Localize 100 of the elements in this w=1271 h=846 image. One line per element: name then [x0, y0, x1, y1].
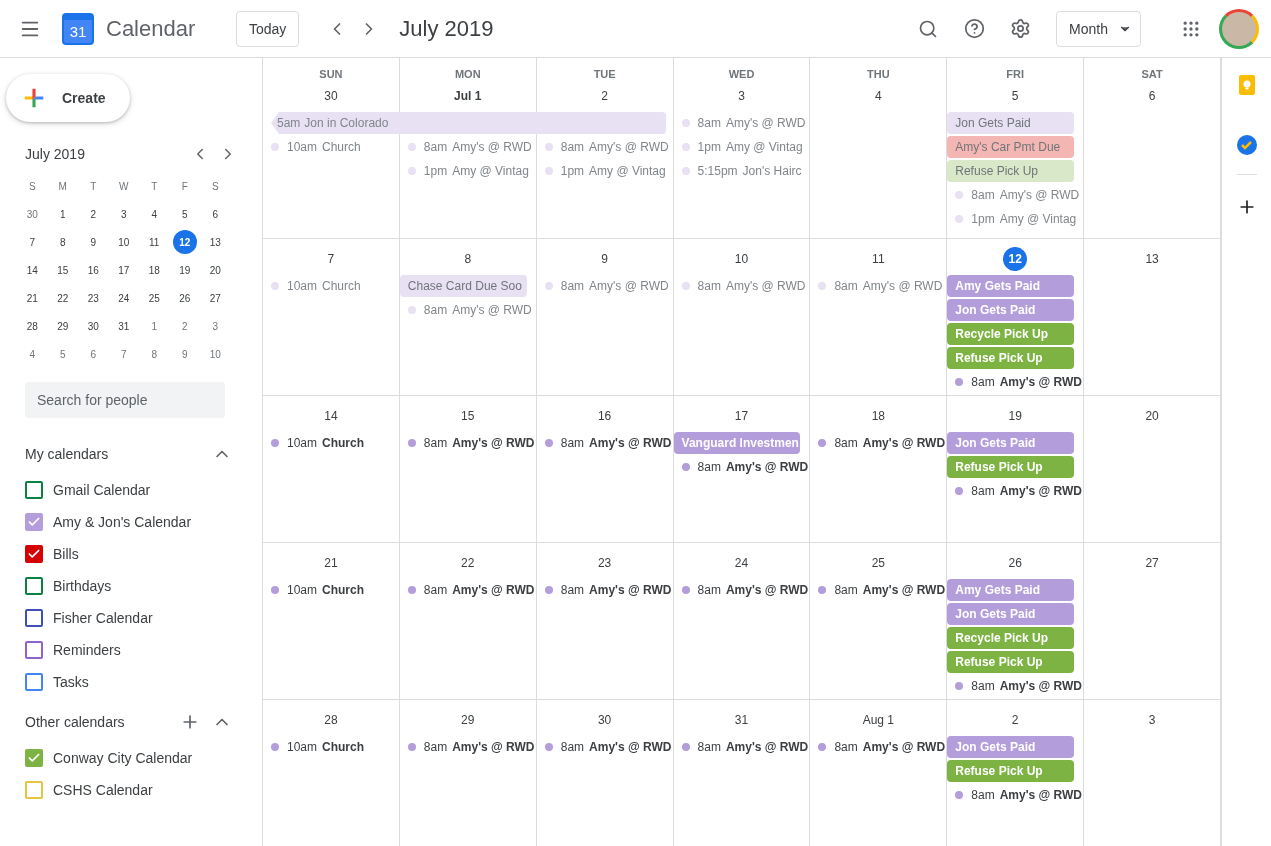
calendar-checkbox[interactable] [25, 749, 43, 767]
day-number[interactable]: 15 [455, 404, 480, 428]
calendar-checkbox[interactable] [25, 609, 43, 627]
day-number[interactable]: 14 [318, 404, 343, 428]
mini-calendar-day[interactable]: 15 [50, 258, 75, 282]
day-number[interactable]: 30 [592, 707, 617, 732]
day-number[interactable]: Jul 1 [450, 84, 486, 108]
mini-calendar-day[interactable]: 11 [142, 230, 167, 254]
day-number[interactable]: 2 [1003, 707, 1028, 732]
mini-calendar-day[interactable]: 7 [111, 342, 136, 366]
today-button[interactable]: Today [236, 10, 300, 47]
day-number[interactable]: 2 [592, 84, 617, 108]
event-chip[interactable]: Refuse Pick Up [947, 160, 1075, 182]
event-row[interactable]: 8am Amy's @ RWD [947, 184, 1082, 206]
mini-calendar-day[interactable]: 13 [203, 230, 228, 254]
event-row[interactable]: 1pm Amy @ Vintag [536, 160, 671, 182]
mini-calendar-day[interactable]: 1 [142, 314, 167, 338]
event-row[interactable]: 8am Amy's @ RWD [947, 371, 1082, 393]
calendar-checkbox[interactable] [25, 673, 43, 691]
event-row[interactable]: 8am Amy's @ RWD [673, 275, 808, 297]
mini-calendar-day[interactable]: 3 [203, 314, 228, 338]
day-number[interactable]: 24 [729, 550, 754, 575]
day-number[interactable]: 25 [866, 550, 891, 575]
event-row[interactable]: 8am Amy's @ RWD [810, 578, 945, 601]
mini-calendar-day[interactable]: 8 [142, 342, 167, 366]
event-row[interactable]: 8am Amy's @ RWD [536, 735, 671, 758]
day-number[interactable]: 17 [729, 404, 754, 428]
day-number[interactable]: 16 [592, 404, 617, 428]
event-row[interactable]: 8am Amy's @ RWD [947, 783, 1082, 806]
mini-calendar-day[interactable]: 29 [50, 314, 75, 338]
event-row[interactable]: 8am Amy's @ RWD [673, 456, 808, 478]
mini-calendar-day[interactable]: 9 [172, 342, 197, 366]
day-number[interactable]: 12 [1003, 247, 1028, 271]
mini-calendar-day[interactable]: 17 [111, 258, 136, 282]
event-row[interactable]: 1pm Amy @ Vintag [399, 160, 534, 182]
day-number[interactable]: 19 [1003, 404, 1028, 428]
mini-calendar-day[interactable]: 19 [172, 258, 197, 282]
day-number[interactable]: 9 [592, 247, 617, 271]
event-row[interactable]: 1pm Amy @ Vintag [947, 208, 1082, 230]
mini-calendar-day[interactable]: 10 [203, 342, 228, 366]
day-number[interactable]: 21 [318, 550, 343, 575]
mini-calendar-day[interactable]: 2 [81, 202, 106, 226]
day-number[interactable]: 3 [1140, 707, 1165, 732]
event-row[interactable]: 5:15pm Jon's Hairc [673, 160, 808, 182]
event-row[interactable]: 8am Amy's @ RWD [399, 432, 534, 454]
day-number[interactable]: 5 [1003, 84, 1028, 108]
mini-calendar-day[interactable]: 14 [20, 258, 45, 282]
event-row[interactable]: 10am Church [263, 735, 397, 758]
day-number[interactable]: 29 [455, 707, 480, 732]
day-number[interactable]: 28 [318, 707, 343, 732]
day-number[interactable]: 8 [455, 247, 480, 271]
calendar-checkbox[interactable] [25, 481, 43, 499]
event-row[interactable]: 10am Church [263, 432, 397, 454]
mini-calendar-day[interactable]: 4 [20, 342, 45, 366]
mini-calendar-day[interactable]: 18 [142, 258, 167, 282]
event-row[interactable]: 10am Church [263, 275, 397, 297]
mini-calendar-day[interactable]: 12 [172, 230, 197, 254]
mini-calendar-day[interactable]: 6 [203, 202, 228, 226]
day-number[interactable]: Aug 1 [858, 707, 899, 732]
day-number[interactable]: 11 [866, 247, 891, 271]
create-button[interactable]: Create [6, 74, 130, 122]
mini-calendar-day[interactable]: 22 [50, 286, 75, 310]
mini-calendar-day[interactable]: 1 [50, 202, 75, 226]
event-row[interactable]: 8am Amy's @ RWD [536, 275, 671, 297]
day-number[interactable]: 13 [1140, 247, 1165, 271]
event-row[interactable]: 8am Amy's @ RWD [536, 578, 671, 601]
day-number[interactable]: 7 [318, 247, 343, 271]
calendar-checkbox[interactable] [25, 513, 43, 531]
day-number[interactable]: 3 [729, 84, 754, 108]
calendar-checkbox[interactable] [25, 577, 43, 595]
mini-calendar-day[interactable]: 5 [50, 342, 75, 366]
event-row[interactable]: 8am Amy's @ RWD [399, 578, 534, 601]
day-number[interactable]: 20 [1140, 404, 1165, 428]
mini-calendar-day[interactable]: 31 [111, 314, 136, 338]
day-number[interactable]: 31 [729, 707, 754, 732]
event-row[interactable]: 1pm Amy @ Vintag [673, 136, 808, 158]
event-row[interactable]: 10am Church [263, 578, 397, 601]
mini-calendar-day[interactable]: 28 [20, 314, 45, 338]
event-row[interactable]: 8am Amy's @ RWD [810, 275, 945, 297]
calendar-checkbox[interactable] [25, 641, 43, 659]
mini-calendar-day[interactable]: 6 [81, 342, 106, 366]
mini-calendar-day[interactable]: 30 [81, 314, 106, 338]
event-row[interactable]: 8am Amy's @ RWD [810, 735, 945, 758]
event-row[interactable]: 8am Amy's @ RWD [399, 136, 534, 158]
avatar[interactable] [1219, 8, 1259, 49]
event-row[interactable]: 8am Amy's @ RWD [399, 299, 534, 321]
mini-calendar-day[interactable]: 7 [20, 230, 45, 254]
event-row[interactable]: 8am Amy's @ RWD [536, 432, 671, 454]
event-chip[interactable]: Chase Card Due Soo [399, 275, 527, 297]
mini-calendar-day[interactable]: 27 [203, 286, 228, 310]
day-number[interactable]: 18 [866, 404, 891, 428]
mini-calendar-day[interactable]: 23 [81, 286, 106, 310]
mini-calendar-day[interactable]: 10 [111, 230, 136, 254]
view-dropdown[interactable]: Month [1056, 10, 1141, 47]
event-row[interactable]: 8am Amy's @ RWD [536, 136, 671, 158]
calendar-checkbox[interactable] [25, 781, 43, 799]
event-row[interactable]: 10am Church [263, 136, 397, 158]
day-number[interactable]: 23 [592, 550, 617, 575]
mini-calendar-day[interactable]: 4 [142, 202, 167, 226]
mini-calendar-day[interactable]: 5 [172, 202, 197, 226]
